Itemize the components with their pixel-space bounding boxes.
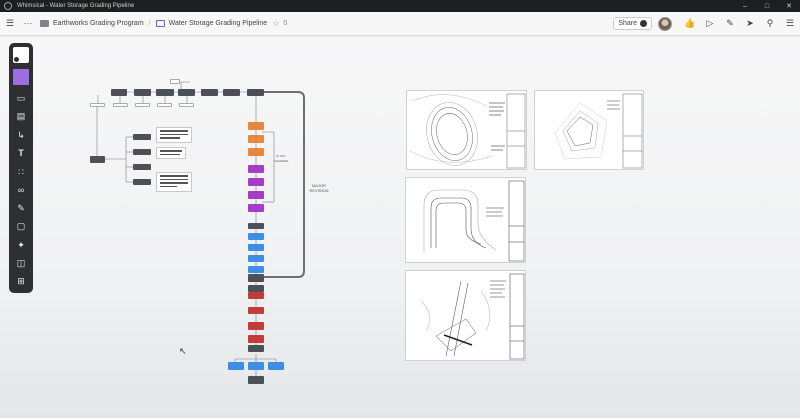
grid-icon[interactable]: ∷ xyxy=(13,165,29,179)
minimize-icon[interactable]: – xyxy=(734,3,756,10)
send-icon[interactable]: ➤ xyxy=(740,18,760,29)
flow-node[interactable] xyxy=(156,89,174,96)
thumbs-up-icon[interactable]: 👍 xyxy=(680,18,700,29)
board-canvas[interactable]: MAJOR REVISION IF ANY CHANGES ↖ xyxy=(0,37,800,418)
maximize-icon[interactable]: □ xyxy=(756,3,778,10)
star-count: 0 xyxy=(283,20,288,27)
share-button[interactable]: Share xyxy=(613,17,652,30)
tool-rail: ▭ ▤ ↳ T ∷ ∞ ✎ ▢ ✦ ◫ ⊞ xyxy=(9,43,33,293)
breadcrumb-folder[interactable]: Earthworks Grading Program xyxy=(53,20,144,27)
flow-node[interactable] xyxy=(248,223,264,229)
flow-node[interactable] xyxy=(248,191,264,199)
flow-node[interactable] xyxy=(113,103,128,107)
mouse-cursor-icon: ↖ xyxy=(179,346,187,356)
flow-node[interactable] xyxy=(134,89,151,96)
drawing-sheet[interactable] xyxy=(405,177,526,263)
flow-node[interactable] xyxy=(179,103,194,107)
add-icon[interactable]: ⊞ xyxy=(13,274,29,288)
flow-node[interactable] xyxy=(223,89,240,96)
avatar[interactable] xyxy=(658,16,672,31)
flow-node[interactable] xyxy=(248,204,264,212)
window-title: Whimsical - Water Storage Grading Pipeli… xyxy=(17,3,135,9)
flow-node[interactable] xyxy=(248,135,264,143)
flow-node[interactable] xyxy=(248,376,264,384)
pen-icon[interactable]: ✎ xyxy=(13,201,29,215)
text-icon[interactable]: T xyxy=(13,146,29,160)
sheet-drawing xyxy=(554,93,643,169)
breadcrumb-board[interactable]: Water Storage Grading Pipeline xyxy=(169,20,268,27)
drawing-sheet[interactable] xyxy=(406,90,527,170)
flow-node[interactable] xyxy=(135,103,150,107)
window-title-bar: Whimsical - Water Storage Grading Pipeli… xyxy=(0,0,800,12)
breadcrumb-separator: / xyxy=(148,20,151,27)
flow-node[interactable] xyxy=(133,149,151,155)
present-icon[interactable]: ▷ xyxy=(700,18,720,29)
top-toolbar: ☰ ⋯ Earthworks Grading Program / Water S… xyxy=(0,12,800,36)
drawing-sheet[interactable] xyxy=(534,90,644,170)
flow-node[interactable] xyxy=(133,179,151,185)
flow-node[interactable] xyxy=(248,362,264,370)
drawing-sheet[interactable] xyxy=(405,270,526,361)
star-icon[interactable]: ☆ xyxy=(272,19,279,28)
folder-icon[interactable]: ▢ xyxy=(13,219,29,233)
flow-node[interactable] xyxy=(111,89,127,96)
flow-node[interactable] xyxy=(90,103,105,107)
flow-node[interactable] xyxy=(248,335,264,343)
flow-node[interactable] xyxy=(248,178,264,186)
flow-node[interactable] xyxy=(201,89,218,96)
comment-icon[interactable]: ✎ xyxy=(720,18,740,29)
flow-node[interactable] xyxy=(248,322,264,330)
note-card[interactable] xyxy=(156,127,192,143)
flow-node[interactable] xyxy=(248,255,264,262)
device-icon[interactable]: ▭ xyxy=(13,91,29,105)
flow-node[interactable] xyxy=(248,307,264,314)
flow-node[interactable] xyxy=(248,148,264,156)
flow-node[interactable] xyxy=(133,134,151,140)
ai-sparkle-icon[interactable]: ✦ xyxy=(13,238,29,252)
share-label: Share xyxy=(618,20,637,27)
search-icon[interactable]: ⚲ xyxy=(760,18,780,29)
folder-icon xyxy=(40,20,49,27)
text-block-icon[interactable]: ▤ xyxy=(13,109,29,123)
note-card[interactable] xyxy=(156,172,192,192)
flow-node[interactable] xyxy=(133,164,151,170)
hamburger-icon[interactable]: ☰ xyxy=(0,18,20,29)
flow-node[interactable] xyxy=(248,292,264,299)
flow-node[interactable] xyxy=(157,103,172,107)
sheet-drawing xyxy=(423,180,525,262)
layout-icon[interactable]: ◫ xyxy=(13,256,29,270)
flow-node[interactable] xyxy=(90,156,105,163)
flow-node[interactable] xyxy=(248,165,264,173)
more-icon[interactable]: ⋯ xyxy=(20,18,36,29)
menu-icon[interactable]: ☰ xyxy=(780,18,800,29)
flow-node[interactable] xyxy=(170,79,180,84)
flow-node[interactable] xyxy=(247,89,264,96)
flow-node[interactable] xyxy=(248,345,264,352)
flow-node[interactable] xyxy=(268,362,284,370)
board-icon xyxy=(155,20,165,27)
select-icon[interactable] xyxy=(13,47,29,63)
connector-arrow-icon[interactable]: ↳ xyxy=(13,128,29,142)
major-revision-label: MAJOR REVISION xyxy=(309,183,329,193)
sheet-drawing xyxy=(409,93,526,169)
app-logo-icon xyxy=(4,2,12,10)
globe-icon xyxy=(640,20,647,27)
flow-node[interactable] xyxy=(248,274,264,282)
link-icon[interactable]: ∞ xyxy=(13,183,29,197)
flow-node[interactable] xyxy=(248,244,264,251)
flow-node[interactable] xyxy=(228,362,244,370)
close-icon[interactable]: ✕ xyxy=(778,2,800,10)
sheet-drawing xyxy=(420,273,525,360)
flow-node[interactable] xyxy=(178,89,195,96)
side-loop-label: IF ANY CHANGES xyxy=(273,154,289,163)
sticky-note-icon[interactable] xyxy=(13,69,29,85)
flow-node[interactable] xyxy=(248,233,264,240)
note-card[interactable] xyxy=(156,147,186,159)
flow-node[interactable] xyxy=(248,285,264,292)
flow-node[interactable] xyxy=(248,122,264,130)
flow-node[interactable] xyxy=(248,266,264,273)
